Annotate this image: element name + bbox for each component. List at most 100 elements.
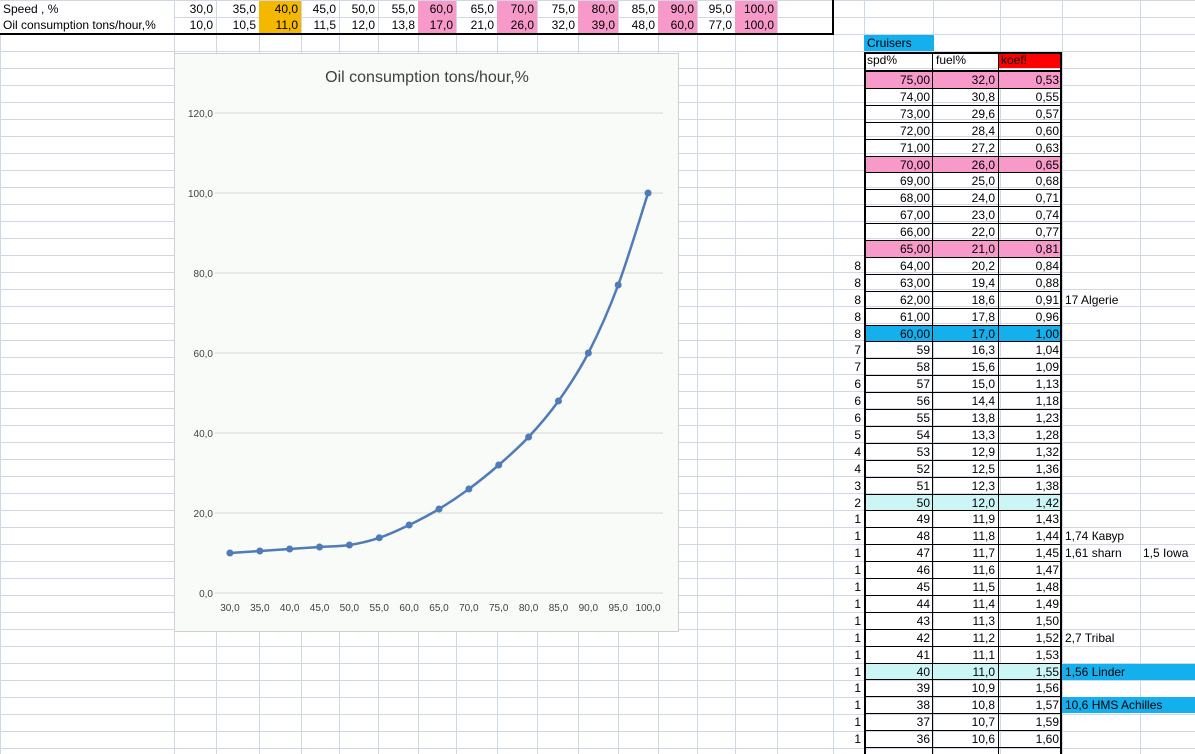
spd-cell[interactable]: 36 bbox=[864, 731, 933, 747]
spd-cell[interactable]: 66,00 bbox=[864, 224, 933, 240]
oil-row-label[interactable]: Oil consumption tons/hour,% bbox=[0, 17, 174, 33]
row-count[interactable]: 1 bbox=[833, 579, 864, 595]
fuel-cell[interactable]: 12,3 bbox=[933, 478, 998, 494]
fuel-cell[interactable]: 12,0 bbox=[933, 494, 998, 511]
koef-cell[interactable]: 1,45 bbox=[998, 545, 1062, 561]
fuel-cell[interactable]: 12,5 bbox=[933, 461, 998, 477]
koef-cell[interactable]: 1,36 bbox=[998, 461, 1062, 477]
fuel-cell[interactable]: 10,6 bbox=[933, 731, 998, 747]
spd-cell[interactable]: 38 bbox=[864, 697, 933, 713]
speed-cell[interactable]: 65,0 bbox=[456, 1, 497, 17]
row-count[interactable]: 1 bbox=[833, 545, 864, 561]
row-count[interactable]: 1 bbox=[833, 613, 864, 629]
data-point[interactable] bbox=[226, 549, 234, 557]
fuel-cell[interactable]: 24,0 bbox=[933, 190, 998, 206]
koef-cell[interactable]: 1,47 bbox=[998, 562, 1062, 578]
koef-cell[interactable]: 0,74 bbox=[998, 207, 1062, 223]
fuel-cell[interactable]: 13,3 bbox=[933, 427, 998, 443]
spd-cell[interactable]: 74,00 bbox=[864, 89, 933, 105]
koef-cell[interactable]: 0,71 bbox=[998, 190, 1062, 206]
fuel-cell[interactable]: 20,2 bbox=[933, 258, 998, 274]
speed-cell[interactable]: 95,0 bbox=[697, 1, 735, 17]
koef-cell[interactable]: 1,57 bbox=[998, 697, 1062, 713]
koef-cell[interactable]: 1,53 bbox=[998, 647, 1062, 663]
oil-cell[interactable]: 48,0 bbox=[618, 17, 658, 33]
speed-cell[interactable]: 90,0 bbox=[658, 1, 697, 17]
fuel-cell[interactable]: 18,6 bbox=[933, 292, 998, 308]
spd-cell[interactable]: 75,00 bbox=[864, 72, 933, 88]
speed-cell[interactable]: 45,0 bbox=[301, 1, 339, 17]
speed-cell[interactable]: 70,0 bbox=[497, 1, 537, 17]
koef-cell[interactable]: 1,44 bbox=[998, 528, 1062, 544]
row-count[interactable]: 7 bbox=[833, 359, 864, 375]
spd-cell[interactable]: 61,00 bbox=[864, 309, 933, 325]
data-point[interactable] bbox=[465, 485, 473, 493]
spd-cell[interactable]: 69,00 bbox=[864, 173, 933, 189]
koef-cell[interactable]: 1,48 bbox=[998, 579, 1062, 595]
fuel-cell[interactable]: 11,1 bbox=[933, 647, 998, 663]
spd-cell[interactable]: 52 bbox=[864, 461, 933, 477]
spd-cell[interactable]: 67,00 bbox=[864, 207, 933, 223]
ship-note[interactable]: 1,5 Iowa bbox=[1140, 545, 1195, 561]
koef-cell[interactable]: 1,00 bbox=[998, 325, 1062, 342]
fuel-cell[interactable]: 29,6 bbox=[933, 106, 998, 122]
spd-cell[interactable]: 57 bbox=[864, 376, 933, 392]
fuel-cell[interactable]: 11,6 bbox=[933, 562, 998, 578]
row-count[interactable]: 5 bbox=[833, 427, 864, 443]
spd-cell[interactable]: 41 bbox=[864, 647, 933, 663]
fuel-cell[interactable]: 32,0 bbox=[933, 72, 998, 88]
spd-cell[interactable]: 54 bbox=[864, 427, 933, 443]
koef-cell[interactable]: 1,09 bbox=[998, 359, 1062, 375]
row-count[interactable]: 1 bbox=[833, 562, 864, 578]
spd-cell[interactable]: 73,00 bbox=[864, 106, 933, 122]
koef-cell[interactable]: 0,57 bbox=[998, 106, 1062, 122]
fuel-cell[interactable]: 11,5 bbox=[933, 579, 998, 595]
koef-cell[interactable]: 0,60 bbox=[998, 123, 1062, 139]
koef-cell[interactable]: 1,42 bbox=[998, 494, 1062, 511]
koef-cell[interactable]: 0,91 bbox=[998, 292, 1062, 308]
row-count[interactable]: 3 bbox=[833, 478, 864, 494]
row-count[interactable]: 1 bbox=[833, 511, 864, 527]
oil-cell[interactable]: 21,0 bbox=[456, 17, 497, 33]
koef-cell[interactable]: 1,60 bbox=[998, 731, 1062, 747]
spd-cell[interactable]: 44 bbox=[864, 596, 933, 612]
ship-note[interactable]: 17 Algerie bbox=[1062, 292, 1195, 308]
row-count[interactable]: 1 bbox=[833, 596, 864, 612]
ship-note[interactable]: 10,6 HMS Achilles bbox=[1062, 697, 1195, 714]
speed-cell[interactable]: 100,0 bbox=[735, 1, 777, 17]
row-count[interactable]: 4 bbox=[833, 461, 864, 477]
fuel-cell[interactable]: 23,0 bbox=[933, 207, 998, 223]
koef-cell[interactable]: 1,43 bbox=[998, 511, 1062, 527]
oil-cell[interactable]: 39,0 bbox=[578, 17, 618, 33]
row-count[interactable]: 1 bbox=[833, 647, 864, 663]
koef-cell[interactable]: 0,65 bbox=[998, 156, 1062, 173]
row-count[interactable]: 8 bbox=[833, 309, 864, 325]
koef-cell[interactable]: 0,84 bbox=[998, 258, 1062, 274]
fuel-cell[interactable]: 11,4 bbox=[933, 596, 998, 612]
speed-cell[interactable]: 60,0 bbox=[418, 1, 456, 17]
fuel-cell[interactable]: 27,2 bbox=[933, 140, 998, 156]
data-point[interactable] bbox=[554, 397, 562, 405]
oil-cell[interactable]: 26,0 bbox=[497, 17, 537, 33]
row-count[interactable]: 8 bbox=[833, 292, 864, 308]
fuel-cell[interactable]: 11,0 bbox=[933, 663, 998, 680]
oil-cell[interactable]: 13,8 bbox=[378, 17, 418, 33]
fuel-cell[interactable]: 11,9 bbox=[933, 511, 998, 527]
row-count[interactable]: 1 bbox=[833, 528, 864, 544]
fuel-cell[interactable]: 17,8 bbox=[933, 309, 998, 325]
spd-cell[interactable]: 43 bbox=[864, 613, 933, 629]
fuel-cell[interactable]: 13,8 bbox=[933, 410, 998, 426]
row-count[interactable]: 1 bbox=[833, 714, 864, 730]
spd-cell[interactable]: 55 bbox=[864, 410, 933, 426]
spd-cell[interactable]: 63,00 bbox=[864, 275, 933, 291]
row-count[interactable]: 6 bbox=[833, 410, 864, 426]
oil-cell[interactable]: 17,0 bbox=[418, 17, 456, 33]
oil-consumption-chart[interactable]: Oil consumption tons/hour,% 0,0 20,0 40,0 60… bbox=[174, 53, 679, 632]
data-point[interactable] bbox=[256, 547, 264, 555]
data-point[interactable] bbox=[644, 189, 652, 197]
data-point[interactable] bbox=[614, 281, 622, 289]
fuel-cell[interactable]: 15,6 bbox=[933, 359, 998, 375]
row-count[interactable]: 1 bbox=[833, 697, 864, 713]
koef-cell[interactable]: 1,13 bbox=[998, 376, 1062, 392]
fuel-cell[interactable]: 25,0 bbox=[933, 173, 998, 189]
